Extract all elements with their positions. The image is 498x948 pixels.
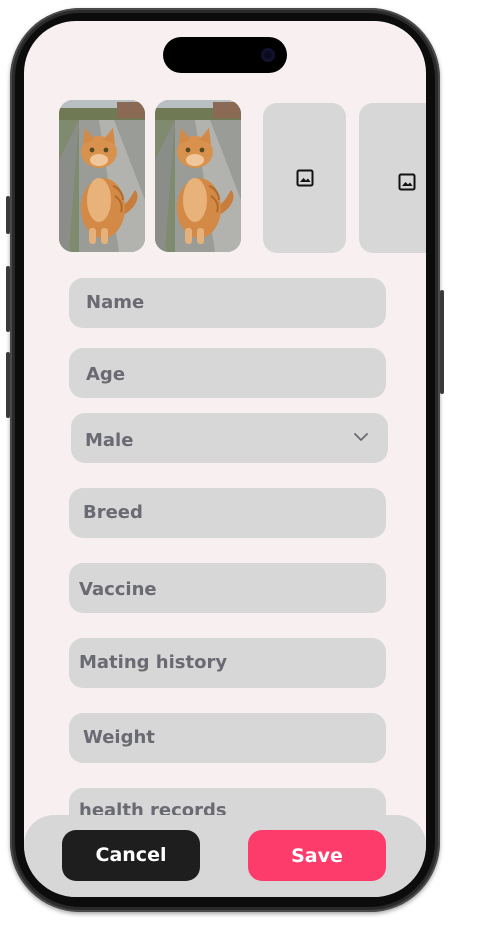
mating-history-field[interactable]: Mating history <box>69 638 386 688</box>
add-photo-slot[interactable] <box>263 103 346 253</box>
breed-placeholder: Breed <box>83 502 143 523</box>
cancel-button[interactable]: Cancel <box>62 830 200 881</box>
save-button[interactable]: Save <box>248 830 386 881</box>
action-button <box>6 196 10 234</box>
name-placeholder: Name <box>86 292 145 313</box>
vaccine-field[interactable]: Vaccine <box>69 563 386 613</box>
add-photo-slot[interactable] <box>359 103 426 253</box>
weight-placeholder: Weight <box>83 727 155 748</box>
front-camera <box>261 48 275 62</box>
image-icon <box>398 173 416 191</box>
name-field[interactable]: Name <box>69 278 386 328</box>
image-icon <box>296 169 314 187</box>
vaccine-placeholder: Vaccine <box>79 579 157 600</box>
cat-photo[interactable] <box>155 100 241 252</box>
app-screen: Name Age Male Breed Vaccine Mating histo… <box>24 21 426 897</box>
mating-history-placeholder: Mating history <box>79 652 228 673</box>
weight-field[interactable]: Weight <box>69 713 386 763</box>
dynamic-island <box>163 37 287 73</box>
chevron-down-icon <box>354 433 368 441</box>
cat-photo[interactable] <box>59 100 145 252</box>
gender-select[interactable]: Male <box>71 413 388 463</box>
volume-up-button <box>6 266 10 332</box>
volume-down-button <box>6 352 10 418</box>
power-button <box>440 290 444 394</box>
breed-field[interactable]: Breed <box>69 488 386 538</box>
age-placeholder: Age <box>86 364 126 385</box>
gender-selected-value: Male <box>85 430 134 451</box>
age-field[interactable]: Age <box>69 348 386 398</box>
